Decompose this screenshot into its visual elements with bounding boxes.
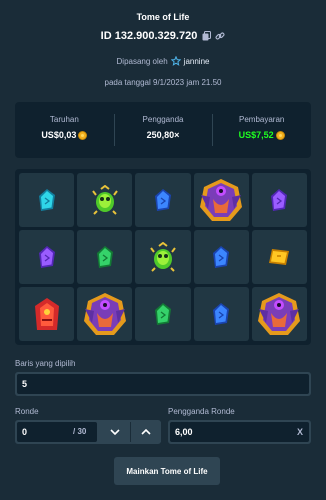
chevron-down-icon (109, 429, 120, 435)
coin-icon (275, 130, 285, 140)
pharaoh-purple-icon (82, 291, 128, 337)
game-title[interactable]: Tome of Life (0, 12, 326, 22)
multiplier-label: Pengganda (142, 115, 184, 124)
bet-label: Taruhan (49, 115, 79, 124)
multiplier-value: 250,80× (146, 130, 180, 140)
link-icon[interactable] (215, 31, 225, 41)
rounds-total: / 30 (73, 427, 87, 436)
copy-icon[interactable] (201, 31, 211, 41)
coin-icon (78, 130, 88, 140)
reel-cell (251, 173, 307, 227)
stat-multiplier: Pengganda 250,80× (113, 102, 213, 158)
bet-value: US$0,03 (41, 130, 77, 140)
gem-purple-icon (270, 188, 288, 212)
reel-cell (251, 287, 307, 341)
reel-cell (251, 230, 307, 284)
play-game-button[interactable]: Mainkan Tome of Life (114, 457, 220, 485)
rounds-increase-button[interactable] (130, 422, 161, 442)
vip-star-icon (170, 56, 181, 66)
chevron-up-icon (141, 429, 151, 435)
stat-payout: Pembayaran US$7,52 (212, 102, 311, 158)
bet-id: ID 132.900.329.720 (100, 30, 198, 42)
rounds-label: Ronde (15, 407, 39, 416)
round-multiplier-label: Pengganda Ronde (168, 407, 235, 416)
pharaoh-purple-icon (198, 177, 244, 223)
reel-cell (77, 230, 133, 284)
lines-input[interactable]: 5 (15, 372, 311, 396)
sphinx-red-icon (32, 296, 62, 332)
gem-purple-icon (38, 245, 56, 269)
gem-blue-icon (212, 302, 230, 326)
rounds-decrease-button[interactable] (99, 422, 130, 442)
reel-cell (193, 287, 249, 341)
gem-red-icon (212, 245, 230, 269)
bet-id-row: ID 132.900.329.720 (0, 30, 326, 42)
stat-bet: Taruhan US$0,03 (15, 102, 114, 158)
reel-cell (19, 287, 75, 341)
payout-value: US$7,52 (238, 130, 274, 140)
scarab-green-icon (150, 242, 176, 272)
placed-by-row: Dipasang oleh jannine (0, 56, 326, 66)
placed-by-label: Dipasang oleh (116, 56, 168, 66)
pharaoh-purple-icon (256, 291, 302, 337)
bet-stats-panel: Taruhan US$0,03 Pengganda 250,80× Pembay… (15, 102, 311, 158)
reel-cell (19, 173, 75, 227)
lines-value[interactable]: 5 (17, 374, 309, 394)
scarab-green-icon (91, 185, 118, 215)
gem-gold-icon (267, 247, 291, 267)
round-multiplier-value[interactable]: 6,00 (170, 422, 309, 442)
lines-label: Baris yang dipilih (15, 359, 76, 368)
round-multiplier-input[interactable]: 6,00 X (168, 420, 311, 444)
reel-cell (135, 173, 191, 227)
bet-date: pada tanggal 9/1/2023 jam 21.50 (104, 78, 222, 87)
reel-cell (135, 230, 191, 284)
payout-amount: US$7,52 (239, 130, 285, 140)
reel-cell (193, 230, 249, 284)
gem-blue-icon (154, 188, 172, 212)
payout-label: Pembayaran (239, 115, 285, 124)
clear-button[interactable]: X (297, 427, 303, 437)
reel-cell (19, 230, 75, 284)
rounds-input[interactable]: 0 / 30 (15, 420, 161, 444)
reel-cell (193, 173, 249, 227)
gem-cyan-icon (38, 188, 56, 212)
slot-reels-board (15, 169, 311, 345)
username-link[interactable]: jannine (184, 57, 210, 66)
bet-amount: US$0,03 (41, 130, 88, 140)
reel-cell (135, 287, 191, 341)
reel-cell (77, 173, 133, 227)
reel-cell (77, 287, 133, 341)
gem-green-icon (154, 302, 172, 326)
gem-green-icon (96, 245, 114, 269)
